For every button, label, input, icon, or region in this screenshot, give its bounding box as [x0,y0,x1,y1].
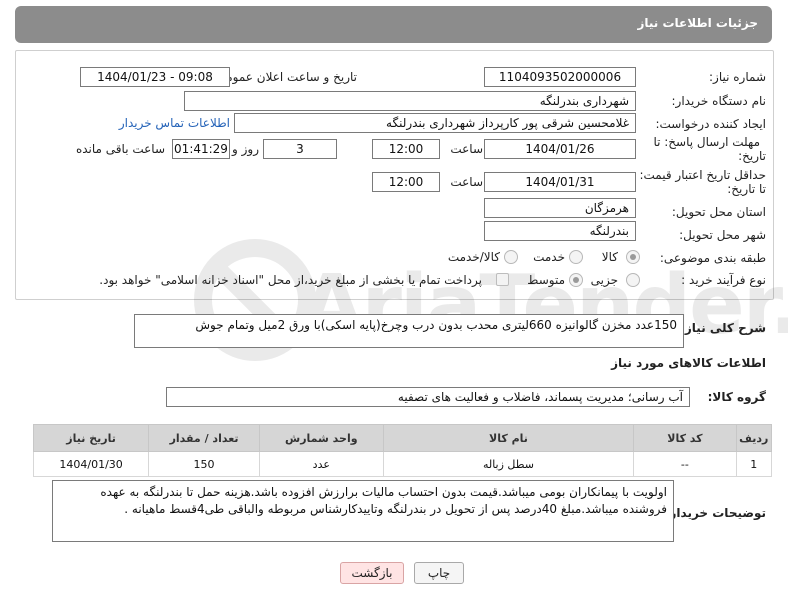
reply-deadline-label-line2: تاریخ: [738,149,766,163]
announce-datetime-label: تاریخ و ساعت اعلان عمومی: [212,70,357,84]
col-header-item-name: نام کالا [382,424,635,452]
category-radio-service[interactable] [569,250,583,264]
requester-label: ایجاد کننده درخواست: [655,117,766,131]
cell-need-date: 1404/01/30 [32,451,150,477]
province-value: هرمزگان [484,198,636,218]
reply-deadline-days: 3 [263,139,337,159]
category-label: طبقه بندی موضوعی: [659,251,766,265]
category-option-goods-service: کالا/خدمت [447,250,500,264]
treasury-payment-note: پرداخت تمام یا بخشی از مبلغ خرید،از محل … [99,273,482,287]
buyer-org-value: شهرداری بندرلنگه [184,91,636,111]
cell-row-number: 1 [735,451,772,477]
general-description-value: 150عدد مخزن گالوانیزه 660لیتری محدب بدون… [134,314,684,348]
remaining-time-label: ساعت باقی مانده [75,142,165,156]
goods-group-label: گروه کالا: [707,390,766,404]
goods-table: ردیف کد کالا نام کالا واحد شمارش تعداد /… [32,424,772,477]
price-validity-label-line2: تا تاریخ: [727,182,766,196]
price-validity-label-line1: حداقل تاریخ اعتبار قیمت: [639,168,766,182]
table-row: 1 -- سطل زباله عدد 150 1404/01/30 [32,451,772,477]
cell-unit: عدد [258,451,384,477]
treasury-payment-checkbox[interactable] [496,273,509,286]
reply-deadline-time-label: ساعت [450,142,483,156]
col-header-quantity: تعداد / مقدار [148,424,260,452]
reply-deadline-days-label: روز و [232,142,259,156]
remaining-time: 01:41:29 [172,139,230,159]
back-button[interactable]: بازگشت [340,562,404,584]
need-number-label: شماره نیاز: [709,70,766,84]
buyer-notes-value: اولویت با پیمانکاران بومی میباشد.قیمت بد… [52,480,674,542]
reply-deadline-label-line1: مهلت ارسال پاسخ: تا [653,135,760,149]
reply-deadline-date: 1404/01/26 [484,139,636,159]
announce-datetime-value: 1404/01/23 - 09:08 [80,67,230,87]
city-value: بندرلنگه [484,221,636,241]
goods-section-title: اطلاعات کالاهای مورد نیاز [611,356,766,370]
buyer-notes-label: توضیحات خریدار: [664,506,766,520]
cell-item-name: سطل زباله [382,451,635,477]
need-number-value: 1104093502000006 [484,67,636,87]
goods-table-header-row: ردیف کد کالا نام کالا واحد شمارش تعداد /… [32,424,772,452]
page-title: جزئیات اطلاعات نیاز [637,16,758,30]
page-header: جزئیات اطلاعات نیاز [15,6,772,43]
col-header-row-number: ردیف [735,424,772,452]
print-button[interactable]: چاپ [414,562,464,584]
city-label: شهر محل تحویل: [679,228,766,242]
process-type-label: نوع فرآیند خرید : [681,273,766,287]
province-label: استان محل تحویل: [671,205,766,219]
process-radio-minor[interactable] [626,273,640,287]
col-header-item-code: کد کالا [633,424,737,452]
price-validity-time-label: ساعت [450,175,483,189]
category-radio-goods[interactable] [626,250,640,264]
col-header-need-date: تاریخ نیاز [32,424,150,452]
price-validity-date: 1404/01/31 [484,172,636,192]
process-option-medium: متوسط [527,273,565,287]
buyer-contact-link[interactable]: اطلاعات تماس خریدار [119,116,230,130]
col-header-unit: واحد شمارش [258,424,384,452]
process-option-minor: جزیی [590,273,618,287]
cell-item-code: -- [633,451,737,477]
category-option-goods: کالا [601,250,618,264]
goods-group-value: آب رسانی؛ مدیریت پسماند، فاضلاب و فعالیت… [166,387,690,407]
requester-value: غلامحسین شرقی پور کارپرداز شهرداری بندرل… [234,113,636,133]
category-radio-goods-service[interactable] [504,250,518,264]
category-option-service: خدمت [533,250,565,264]
process-radio-medium[interactable] [569,273,583,287]
price-validity-time: 12:00 [372,172,440,192]
cell-quantity: 150 [148,451,260,477]
buyer-org-label: نام دستگاه خریدار: [671,94,767,108]
reply-deadline-time: 12:00 [372,139,440,159]
general-description-label: شرح کلی نیاز: [680,321,766,335]
